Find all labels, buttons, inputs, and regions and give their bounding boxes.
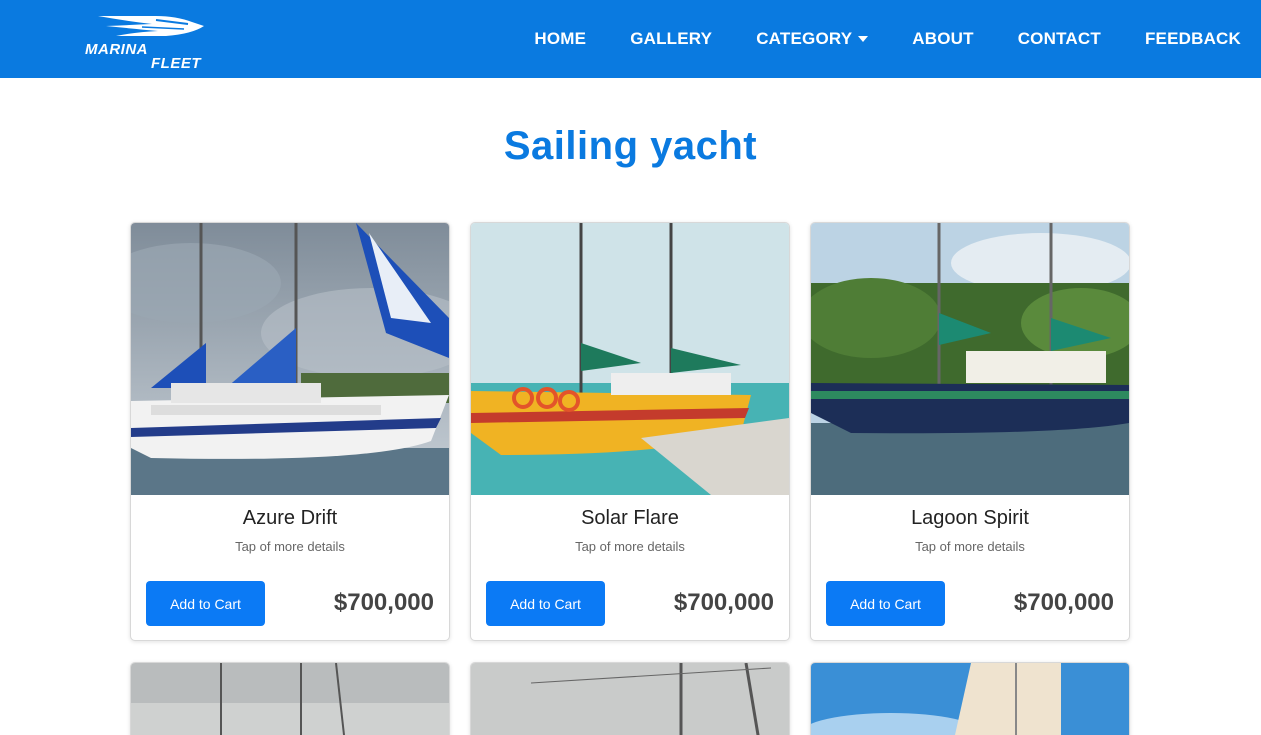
product-image[interactable] [811, 223, 1129, 495]
product-price: $700,000 [333, 589, 434, 616]
product-card [470, 662, 790, 735]
caret-down-icon [858, 36, 869, 42]
product-image[interactable] [471, 663, 789, 735]
product-price: $700,000 [1013, 589, 1114, 616]
add-to-cart-button[interactable]: Add to Cart [826, 581, 945, 626]
nav-about[interactable]: ABOUT [912, 29, 973, 49]
product-subtitle: Tap of more details [575, 539, 685, 554]
product-image[interactable] [811, 663, 1129, 735]
product-card [130, 662, 450, 735]
product-card [810, 662, 1130, 735]
boat-logo-icon [98, 16, 204, 36]
brand-logo[interactable]: MARINA FLEET [82, 12, 212, 72]
nav-gallery[interactable]: GALLERY [630, 29, 712, 49]
navbar: MARINA FLEET HOME GALLERY CATEGORY ABOUT… [0, 0, 1261, 78]
brand-name-line2: FLEET [151, 55, 201, 72]
nav-feedback[interactable]: FEEDBACK [1145, 29, 1241, 49]
nav-menu: HOME GALLERY CATEGORY ABOUT CONTACT FEED… [490, 0, 1241, 78]
product-subtitle: Tap of more details [915, 539, 1025, 554]
add-to-cart-button[interactable]: Add to Cart [146, 581, 265, 626]
product-image[interactable] [131, 663, 449, 735]
nav-category-label: CATEGORY [756, 29, 853, 48]
brand-name-line1: MARINA [85, 41, 148, 58]
nav-category[interactable]: CATEGORY [756, 29, 869, 49]
page-title: Sailing yacht [503, 124, 758, 168]
product-card: Azure Drift Tap of more details Add to C… [130, 222, 450, 641]
product-card: Lagoon Spirit Tap of more details Add to… [810, 222, 1130, 641]
product-image[interactable] [131, 223, 449, 495]
product-name[interactable]: Solar Flare [471, 507, 789, 530]
product-subtitle: Tap of more details [235, 539, 345, 554]
nav-contact[interactable]: CONTACT [1018, 29, 1101, 49]
nav-home[interactable]: HOME [534, 29, 586, 49]
product-price: $700,000 [673, 589, 774, 616]
product-name[interactable]: Azure Drift [131, 507, 449, 530]
add-to-cart-button[interactable]: Add to Cart [486, 581, 605, 626]
product-card: Solar Flare Tap of more details Add to C… [470, 222, 790, 641]
product-name[interactable]: Lagoon Spirit [811, 507, 1129, 530]
product-image[interactable] [471, 223, 789, 495]
